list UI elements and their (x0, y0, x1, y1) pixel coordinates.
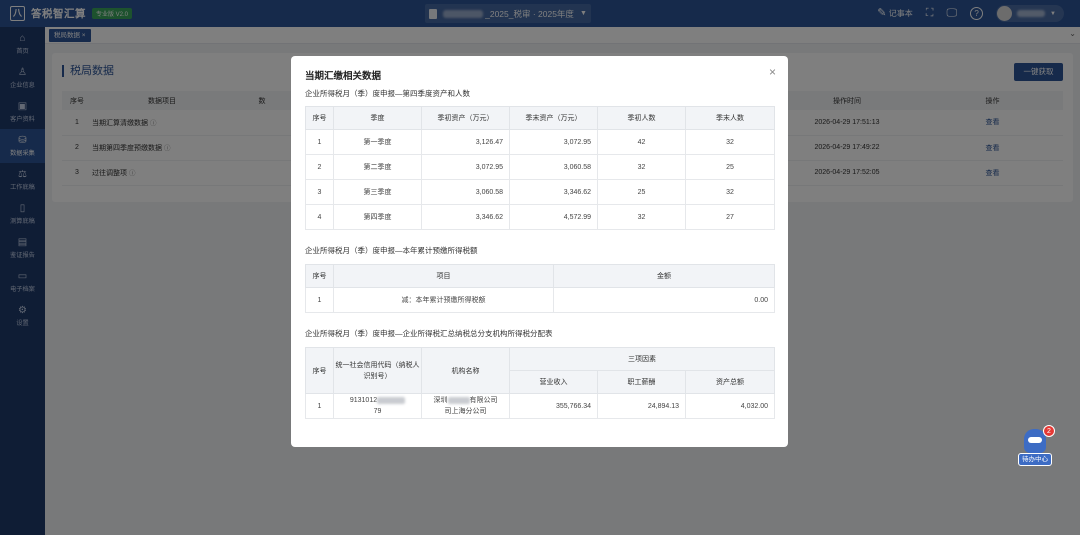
cell: 42 (597, 129, 686, 155)
col-header: 季初人数 (597, 106, 686, 130)
col-header: 序号 (305, 347, 334, 394)
cell: 32 (685, 129, 775, 155)
col-header: 三项因素 (508, 347, 776, 371)
col-header: 金额 (553, 264, 775, 288)
cell: 25 (597, 179, 686, 205)
todo-label: 待办中心 (1018, 453, 1052, 466)
close-icon[interactable]: × (769, 65, 776, 79)
org-suffix: 有限公司 (469, 397, 498, 404)
col-header: 序号 (305, 106, 334, 130)
cell: 第三季度 (333, 179, 422, 205)
cell: 1 (305, 393, 334, 419)
cell: 32 (597, 154, 686, 180)
cell: 4 (305, 204, 334, 230)
cell-credit-code: 9131012 79 (333, 393, 422, 419)
credit-code-prefix: 9131012 (349, 397, 378, 404)
col-header: 项目 (333, 264, 554, 288)
modal-title: 当期汇缴相关数据 (305, 71, 382, 82)
cell: 3,072.95 (421, 154, 510, 180)
cell: 3,346.62 (509, 179, 598, 205)
table-row: 3 第三季度 3,060.58 3,346.62 25 32 (305, 179, 775, 205)
cell: 355,766.34 (509, 393, 598, 419)
col-header: 季度 (333, 106, 422, 130)
cell: 3,126.47 (421, 129, 510, 155)
col-header: 季末人数 (685, 106, 775, 130)
col-header: 季初资产（万元） (421, 106, 510, 130)
cell: 32 (685, 179, 775, 205)
table-row: 1 第一季度 3,126.47 3,072.95 42 32 (305, 129, 775, 155)
cell: 3 (305, 179, 334, 205)
cell: 1 (305, 129, 334, 155)
notification-badge: 2 (1043, 425, 1055, 437)
cell: 第一季度 (333, 129, 422, 155)
cell: 24,894.13 (597, 393, 686, 419)
redacted-text (377, 396, 406, 404)
table-row: 1 减：本年累计预缴所得税额 0.00 (305, 287, 775, 313)
section-title: 企业所得税月（季）度申报—第四季度资产和人数 (305, 89, 470, 98)
cell: 32 (597, 204, 686, 230)
col-header: 职工薪酬 (597, 370, 686, 394)
table-row: 2 第二季度 3,072.95 3,060.58 32 25 (305, 154, 775, 180)
cell: 减：本年累计预缴所得税额 (333, 287, 554, 313)
cell: 2 (305, 154, 334, 180)
col-header: 季末资产（万元） (509, 106, 598, 130)
col-header: 机构名称 (421, 347, 510, 394)
col-header: 营业收入 (509, 370, 598, 394)
section-title: 企业所得税月（季）度申报—企业所得税汇总纳税总分支机构所得税分配表 (305, 329, 553, 338)
col-header: 统一社会信用代码（纳税人识别号） (333, 347, 422, 394)
redacted-text (447, 396, 470, 404)
related-data-modal: 当期汇缴相关数据 × 企业所得税月（季）度申报—第四季度资产和人数 序号 季度 … (291, 56, 788, 447)
credit-code-suffix: 79 (373, 408, 382, 415)
cell: 1 (305, 287, 334, 313)
cell: 3,060.58 (421, 179, 510, 205)
cell: 25 (685, 154, 775, 180)
cell: 3,072.95 (509, 129, 598, 155)
cell: 27 (685, 204, 775, 230)
branch-allocation-table: 序号 统一社会信用代码（纳税人识别号） 机构名称 三项因素 营业收入 职工薪酬 … (305, 347, 776, 419)
org-prefix: 深圳 (433, 397, 448, 404)
col-header: 序号 (305, 264, 334, 288)
col-header: 资产总额 (684, 370, 776, 394)
org-line2: 司上海分公司 (444, 408, 487, 415)
section-title: 企业所得税月（季）度申报—本年累计预缴所得税额 (305, 246, 478, 255)
cell-org-name: 深圳 有限公司 司上海分公司 (421, 393, 510, 419)
cell: 4,572.99 (509, 204, 598, 230)
cell: 3,060.58 (509, 154, 598, 180)
cell: 4,032.00 (684, 393, 776, 419)
cell: 第四季度 (333, 204, 422, 230)
cell: 3,346.62 (421, 204, 510, 230)
cell: 第二季度 (333, 154, 422, 180)
table-row: 4 第四季度 3,346.62 4,572.99 32 27 (305, 204, 775, 230)
table-row: 1 9131012 79 深圳 有限公司 司上海分公司 355,766.34 24… (305, 393, 776, 419)
cell: 0.00 (553, 287, 775, 313)
todo-center-button[interactable]: 2 待办中心 (1017, 425, 1055, 467)
quarterly-assets-table: 序号 季度 季初资产（万元） 季末资产（万元） 季初人数 季末人数 1 第一季度… (305, 106, 775, 230)
prepaid-tax-table: 序号 项目 金额 1 减：本年累计预缴所得税额 0.00 (305, 264, 775, 313)
